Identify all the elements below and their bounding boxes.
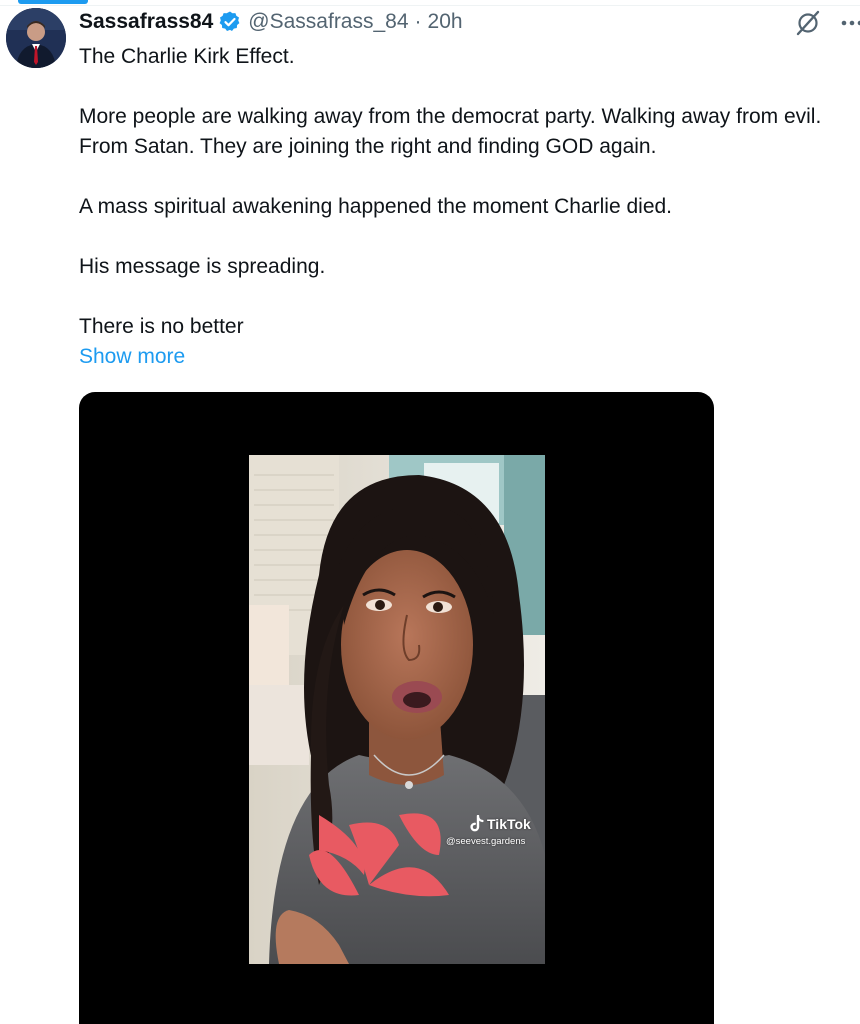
tweet-paragraph: A mass spiritual awakening happened the … xyxy=(79,195,673,218)
avatar-image xyxy=(6,8,66,68)
tweet-paragraph: More people are walking away from the de… xyxy=(79,105,822,158)
user-handle[interactable]: @Sassafrass_84 xyxy=(248,10,408,34)
tweet-paragraph: His message is spreading. xyxy=(79,255,326,278)
tweet-paragraph: The Charlie Kirk Effect. xyxy=(79,45,295,68)
tweet-body: Sassafrass84 @Sassafrass_84 · 20h The Ch… xyxy=(79,6,860,372)
tweet-text: The Charlie Kirk Effect. More people are… xyxy=(79,42,860,342)
tiktok-watermark-app: TikTok xyxy=(487,816,531,832)
timestamp[interactable]: 20h xyxy=(428,10,463,34)
active-tab-indicator xyxy=(18,0,88,4)
tiktok-watermark-user: @seevest.gardens xyxy=(446,836,526,847)
tweet-paragraph: There is no better xyxy=(79,315,244,338)
display-name[interactable]: Sassafrass84 xyxy=(79,10,213,34)
video-thumbnail xyxy=(249,455,545,964)
verified-badge-icon[interactable] xyxy=(218,10,242,34)
tiktok-logo-icon xyxy=(470,815,484,832)
show-more-link[interactable]: Show more xyxy=(79,342,185,372)
tweet-header: Sassafrass84 @Sassafrass_84 · 20h xyxy=(79,6,860,38)
tweet-page: Sassafrass84 @Sassafrass_84 · 20h The Ch… xyxy=(0,0,860,1024)
video-frame: TikTok @seevest.gardens xyxy=(249,455,545,964)
avatar[interactable] xyxy=(6,8,66,68)
tiktok-watermark: TikTok @seevest.gardens xyxy=(446,815,531,847)
video-player[interactable]: TikTok @seevest.gardens xyxy=(79,392,714,1024)
separator-dot: · xyxy=(414,10,422,33)
